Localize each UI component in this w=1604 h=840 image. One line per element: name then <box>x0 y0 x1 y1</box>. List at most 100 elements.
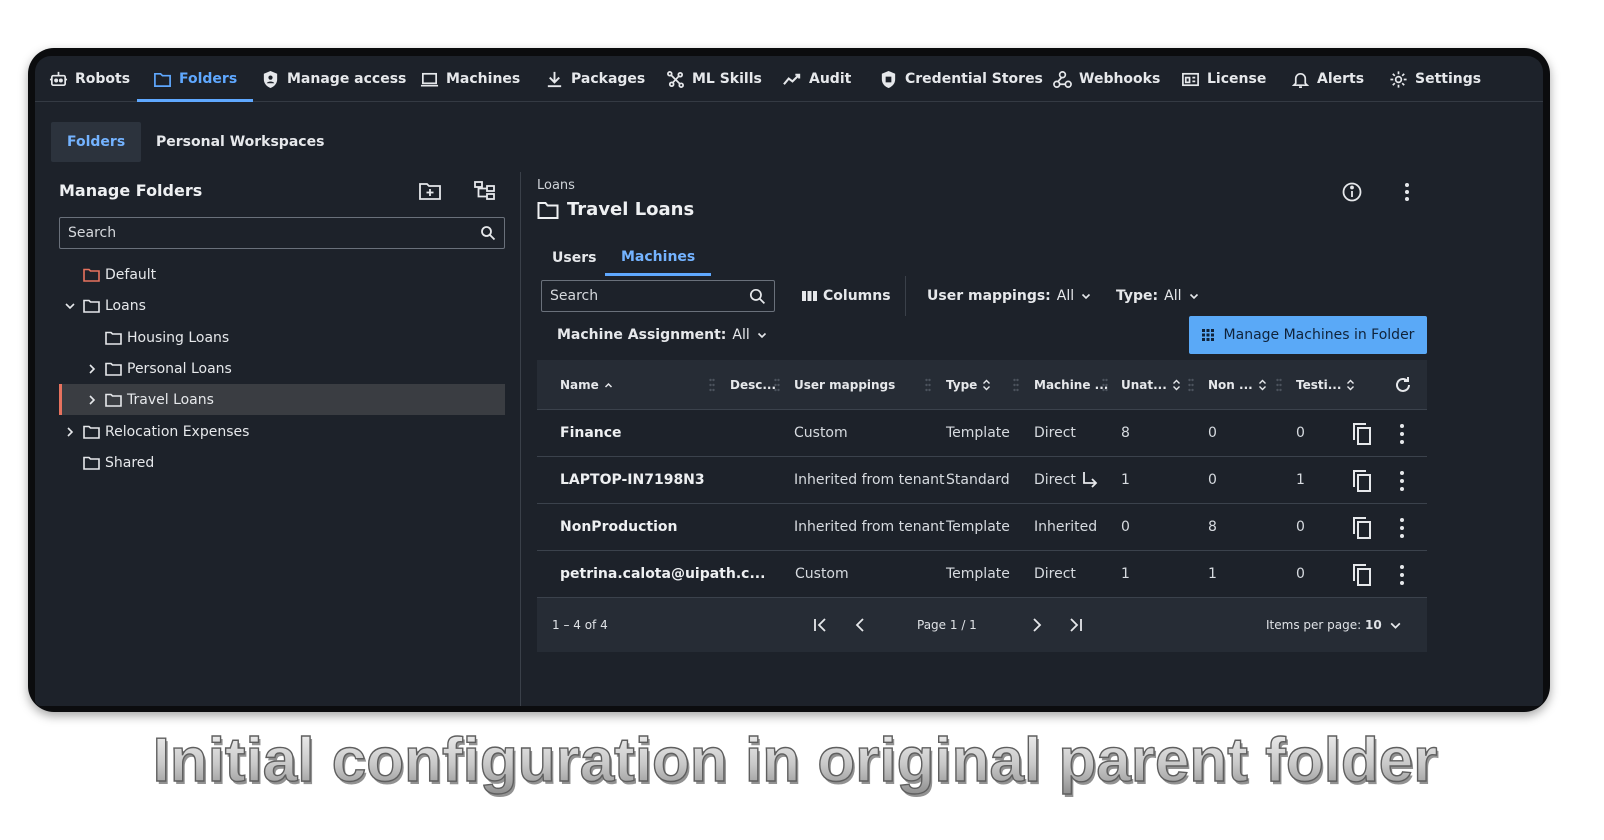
column-resize-handle-icon[interactable] <box>1188 378 1194 392</box>
machine-search-input[interactable] <box>550 288 749 304</box>
chevron-down-icon[interactable] <box>1389 619 1402 632</box>
manage-machines-button[interactable]: Manage Machines in Folder <box>1189 316 1427 354</box>
table-row[interactable]: NonProduction Inherited from tenant Temp… <box>537 504 1427 551</box>
nav-label: Robots <box>75 71 131 87</box>
tab-personal-workspaces[interactable]: Personal Workspaces <box>140 122 340 162</box>
inherited-arrow-icon <box>1083 472 1098 488</box>
tree-item-label: Relocation Expenses <box>105 423 250 440</box>
nav-webhooks[interactable]: Webhooks <box>1053 56 1160 102</box>
chevron-right-icon[interactable] <box>85 393 99 407</box>
folder-icon <box>83 299 100 313</box>
column-header-unattended[interactable]: Unat... <box>1121 360 1181 410</box>
user-mappings-filter[interactable]: User mappings: All <box>927 280 1092 312</box>
folder-icon <box>83 425 100 439</box>
tree-item-shared[interactable]: Shared <box>59 447 505 478</box>
machines-table: Name Desc... User mappings Type Machine … <box>537 360 1427 652</box>
columns-button[interactable]: Columns <box>802 280 891 312</box>
last-page-icon[interactable] <box>1066 616 1084 634</box>
nav-ml-skills[interactable]: ML Skills <box>666 56 762 102</box>
cell-name[interactable]: NonProduction <box>560 504 677 550</box>
sort-icon <box>983 379 991 391</box>
tab-machines[interactable]: Machines <box>605 240 712 276</box>
previous-page-icon[interactable] <box>852 616 870 634</box>
cell-name[interactable]: petrina.calota@uipath.c... <box>560 551 765 597</box>
refresh-icon[interactable] <box>1393 375 1413 395</box>
column-header-description[interactable]: Desc... <box>730 360 776 410</box>
nav-credential-stores[interactable]: Credential Stores <box>879 56 1043 102</box>
cell-name[interactable]: Finance <box>560 410 622 456</box>
more-vertical-icon[interactable] <box>1393 469 1411 493</box>
column-header-type[interactable]: Type <box>946 360 991 410</box>
column-resize-handle-icon[interactable] <box>925 378 931 392</box>
nav-machines[interactable]: Machines <box>420 56 520 102</box>
search-icon <box>749 288 766 304</box>
cell-type: Template <box>946 566 1010 582</box>
column-header-nonproduction[interactable]: Non ... <box>1208 360 1267 410</box>
column-resize-handle-icon[interactable] <box>1102 378 1108 392</box>
more-vertical-icon[interactable] <box>1393 516 1411 540</box>
more-vertical-icon[interactable] <box>1393 422 1411 446</box>
tree-item-label: Default <box>105 266 157 283</box>
manage-machines-label: Manage Machines in Folder <box>1223 327 1415 343</box>
nav-audit[interactable]: Audit <box>783 56 851 102</box>
header-label: Testi... <box>1296 378 1342 392</box>
type-filter[interactable]: Type: All <box>1116 280 1200 312</box>
table-row[interactable]: LAPTOP-IN7198N3 Inherited from tenant St… <box>537 457 1427 504</box>
nav-settings[interactable]: Settings <box>1389 56 1481 102</box>
chevron-down-icon <box>757 332 766 339</box>
tree-item-housing-loans[interactable]: Housing Loans <box>59 322 505 353</box>
column-header-user-mappings[interactable]: User mappings <box>794 360 895 410</box>
tree-item-default[interactable]: Default <box>59 259 505 290</box>
add-folder-icon[interactable] <box>418 180 442 202</box>
column-header-machine-assignment[interactable]: Machine ... <box>1034 360 1108 410</box>
copy-icon[interactable] <box>1351 469 1373 493</box>
first-page-icon[interactable] <box>812 616 830 634</box>
header-label: Unat... <box>1121 378 1167 392</box>
more-vertical-icon[interactable] <box>1395 180 1419 204</box>
breadcrumb[interactable]: Loans <box>537 178 575 193</box>
tree-item-travel-loans[interactable]: Travel Loans <box>59 384 505 415</box>
tab-folders[interactable]: Folders <box>51 122 142 162</box>
column-resize-handle-icon[interactable] <box>1013 378 1019 392</box>
tree-item-loans[interactable]: Loans <box>59 290 505 321</box>
nav-robots[interactable]: Robots <box>49 56 130 102</box>
column-resize-handle-icon[interactable] <box>1276 378 1282 392</box>
folder-search-field[interactable] <box>59 217 505 249</box>
sort-ascending-icon <box>604 382 612 388</box>
machine-assignment-filter[interactable]: Machine Assignment: All <box>557 319 768 351</box>
nav-manage-access[interactable]: Manage access <box>261 56 406 102</box>
table-row[interactable]: Finance Custom Template Direct 8 0 0 <box>537 410 1427 457</box>
tree-item-label: Personal Loans <box>127 360 232 377</box>
column-header-name[interactable]: Name <box>560 360 613 410</box>
tree-item-relocation-expenses[interactable]: Relocation Expenses <box>59 416 505 447</box>
cell-name[interactable]: LAPTOP-IN7198N3 <box>560 457 705 503</box>
tree-item-personal-loans[interactable]: Personal Loans <box>59 353 505 384</box>
chevron-right-icon[interactable] <box>63 425 77 439</box>
nav-packages[interactable]: Packages <box>545 56 645 102</box>
page-title-text: Travel Loans <box>567 199 695 220</box>
nav-license[interactable]: License <box>1181 56 1266 102</box>
copy-icon[interactable] <box>1351 516 1373 540</box>
more-vertical-icon[interactable] <box>1393 563 1411 587</box>
nav-alerts[interactable]: Alerts <box>1291 56 1364 102</box>
folder-hierarchy-icon[interactable] <box>473 180 497 202</box>
nav-label: Settings <box>1415 71 1482 87</box>
copy-icon[interactable] <box>1351 563 1373 587</box>
ml-skills-icon <box>667 70 684 88</box>
tab-users[interactable]: Users <box>536 240 612 276</box>
items-per-page-value[interactable]: 10 <box>1365 598 1382 652</box>
column-header-testing[interactable]: Testi... <box>1296 360 1355 410</box>
chevron-down-icon[interactable] <box>63 299 77 313</box>
next-page-icon[interactable] <box>1027 616 1045 634</box>
info-icon[interactable] <box>1340 180 1364 204</box>
column-resize-handle-icon[interactable] <box>709 378 715 392</box>
chevron-right-icon[interactable] <box>85 362 99 376</box>
table-row[interactable]: petrina.calota@uipath.c... Custom Templa… <box>537 551 1427 598</box>
folder-search-input[interactable] <box>68 225 480 241</box>
nav-folders[interactable]: Folders <box>136 56 254 102</box>
machine-search-field[interactable] <box>541 280 775 312</box>
filter-label: Machine Assignment: <box>557 327 727 343</box>
sort-icon <box>1347 379 1355 391</box>
column-resize-handle-icon[interactable] <box>774 378 780 392</box>
copy-icon[interactable] <box>1351 422 1373 446</box>
